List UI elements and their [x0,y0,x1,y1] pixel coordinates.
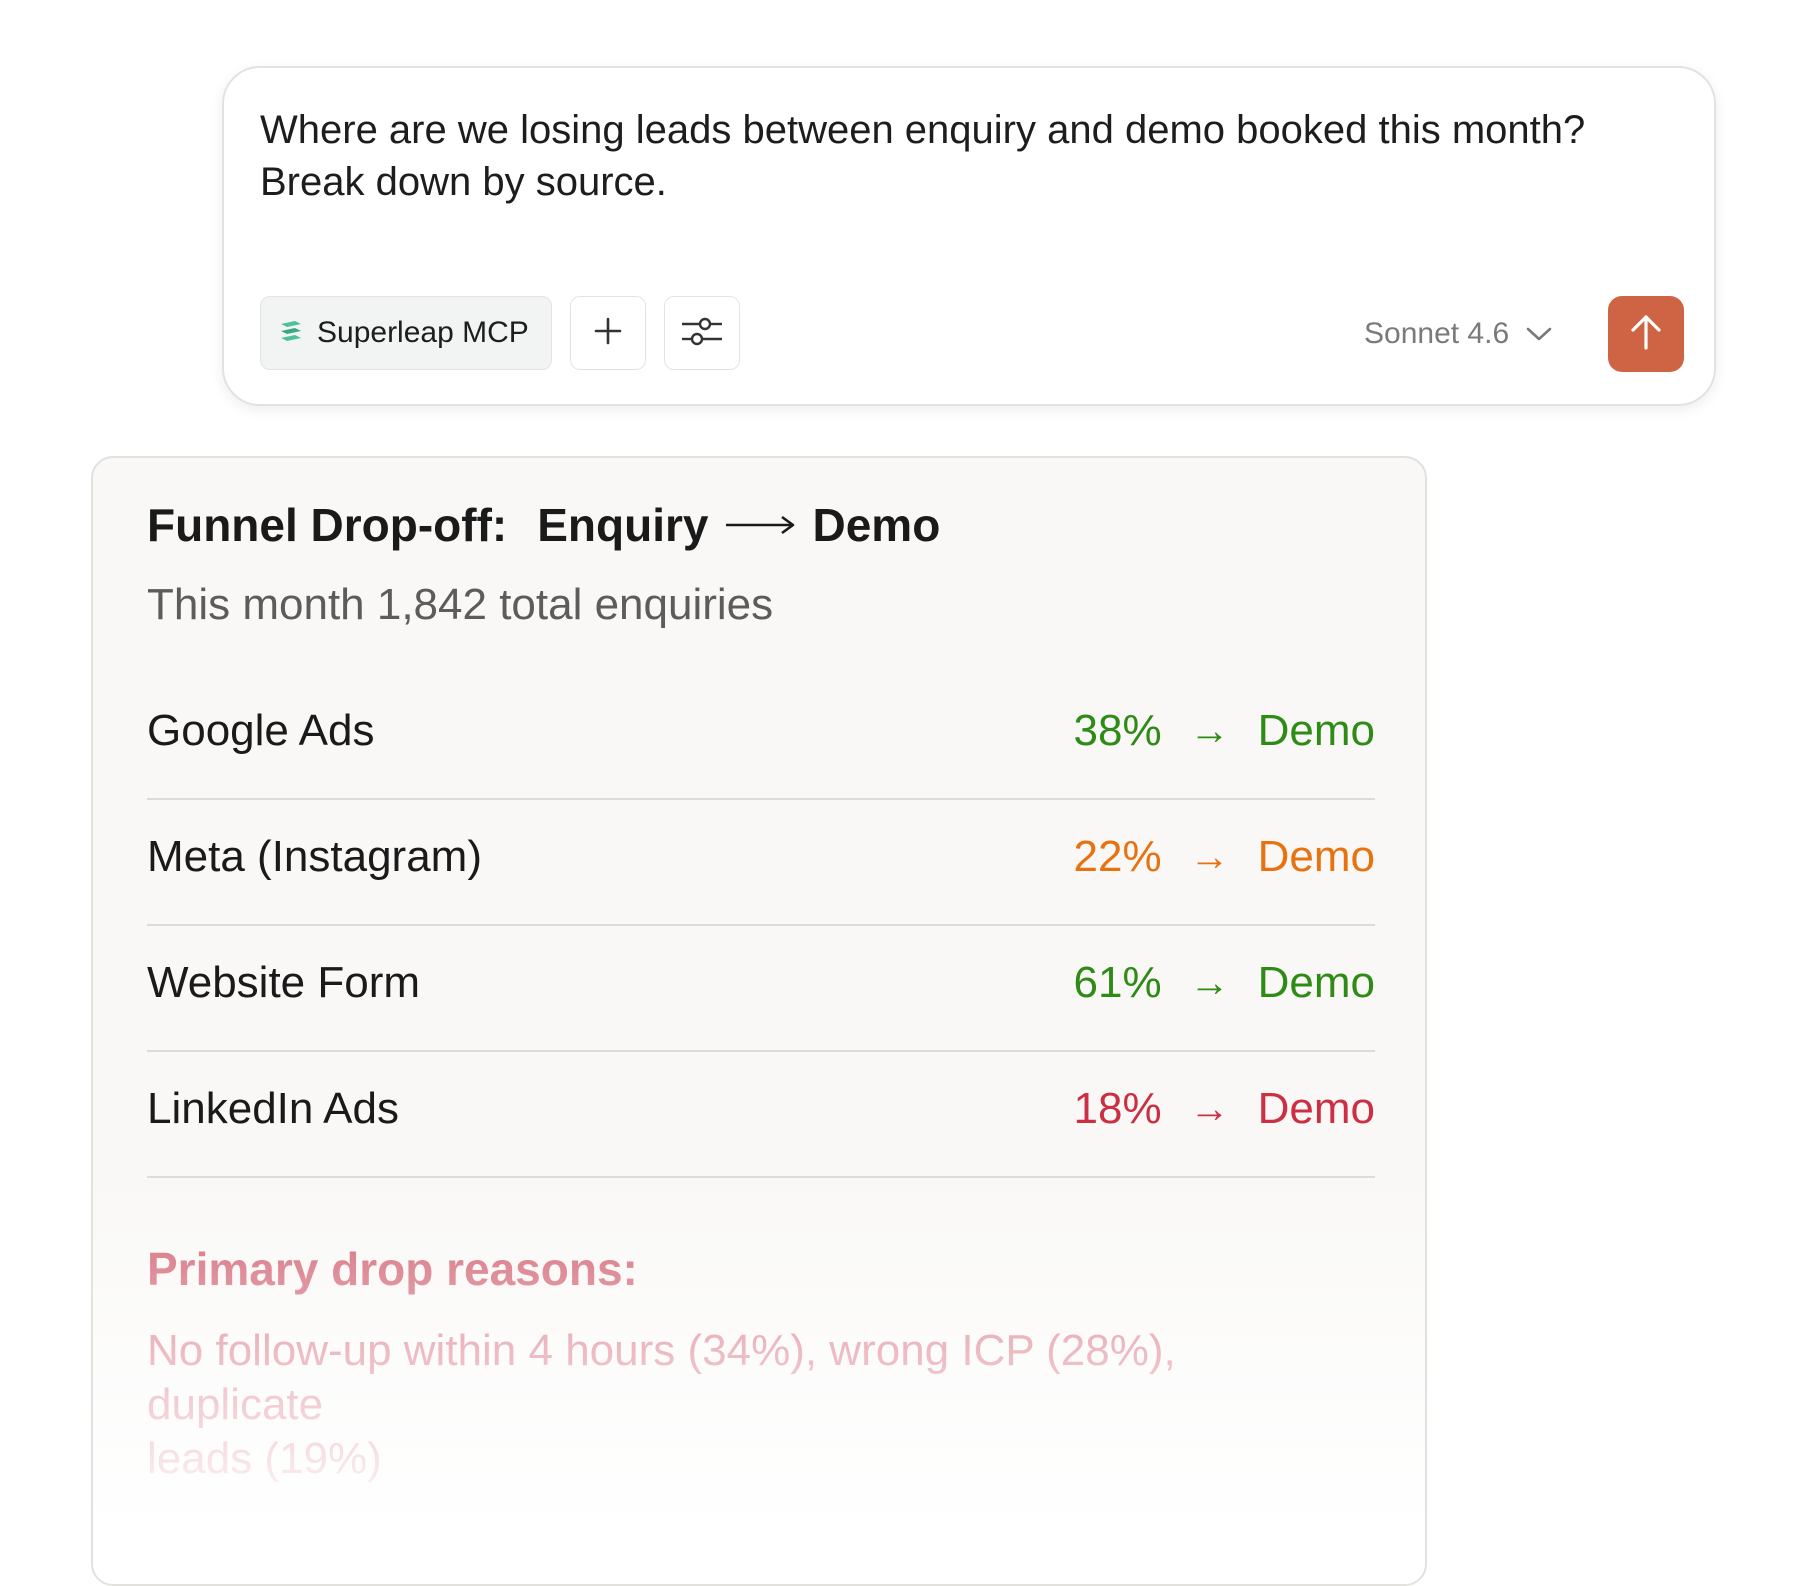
source-name: LinkedIn Ads [147,1084,399,1133]
model-label: Sonnet 4.6 [1364,317,1510,350]
card-title-label: Funnel Drop-off: [147,499,508,551]
superleap-logo-icon [275,315,307,352]
conversion-value: 22% → Demo [1066,832,1375,882]
card-title-from: Enquiry [537,499,709,551]
mcp-chip-label: Superleap MCP [317,316,529,349]
source-name: Meta (Instagram) [147,832,482,881]
card-subtitle: This month 1,842 total enquiries [147,580,774,629]
source-name: Website Form [147,958,421,1007]
conversion-pct: 22% [1073,832,1162,881]
right-arrow-icon: → [1189,834,1230,879]
conversion-value: 18% → Demo [1066,1084,1375,1134]
drop-reasons-text: No follow-up within 4 hours (34%), wrong… [147,1324,1307,1486]
long-arrow-icon [724,513,796,537]
add-button[interactable] [570,296,646,370]
conversion-target: Demo [1257,706,1375,755]
settings-button[interactable] [664,296,740,370]
send-button[interactable] [1608,296,1684,372]
conversion-target: Demo [1257,1084,1375,1133]
source-row-website-form: Website Form 61% → Demo [147,926,1375,1052]
source-row-google-ads: Google Ads 38% → Demo [147,674,1375,800]
arrow-up-icon [1628,312,1664,357]
source-row-linkedin-ads: LinkedIn Ads 18% → Demo [147,1052,1375,1178]
funnel-dropoff-card: Funnel Drop-off: Enquiry Demo This month… [91,456,1427,1586]
drop-reasons-line-3: leads (19%) [147,1434,382,1483]
conversion-value: 61% → Demo [1066,958,1375,1008]
conversion-pct: 61% [1073,958,1162,1007]
sliders-icon [680,313,724,354]
model-selector[interactable]: Sonnet 4.6 [1364,312,1553,356]
drop-reasons-line-1: No follow-up within 4 hours (34%), wrong… [147,1326,1176,1375]
source-row-meta-instagram: Meta (Instagram) 22% → Demo [147,800,1375,926]
conversion-target: Demo [1257,958,1375,1007]
drop-reasons-line-2: duplicate [147,1380,324,1429]
conversion-pct: 18% [1073,1084,1162,1133]
right-arrow-icon: → [1189,708,1230,753]
conversion-pct: 38% [1073,706,1162,755]
card-title: Funnel Drop-off: Enquiry Demo [147,498,940,552]
plus-icon [593,316,623,351]
card-title-to: Demo [812,499,941,551]
prompt-input[interactable]: Where are we losing leads between enquir… [260,104,1660,208]
conversion-target: Demo [1257,832,1375,881]
source-name: Google Ads [147,706,375,755]
right-arrow-icon: → [1189,1086,1230,1131]
drop-reasons-heading: Primary drop reasons: [147,1243,638,1295]
prompt-composer: Where are we losing leads between enquir… [222,66,1716,406]
chevron-down-icon [1525,317,1553,351]
superleap-mcp-chip[interactable]: Superleap MCP [260,296,552,370]
conversion-value: 38% → Demo [1066,706,1375,756]
right-arrow-icon: → [1189,960,1230,1005]
